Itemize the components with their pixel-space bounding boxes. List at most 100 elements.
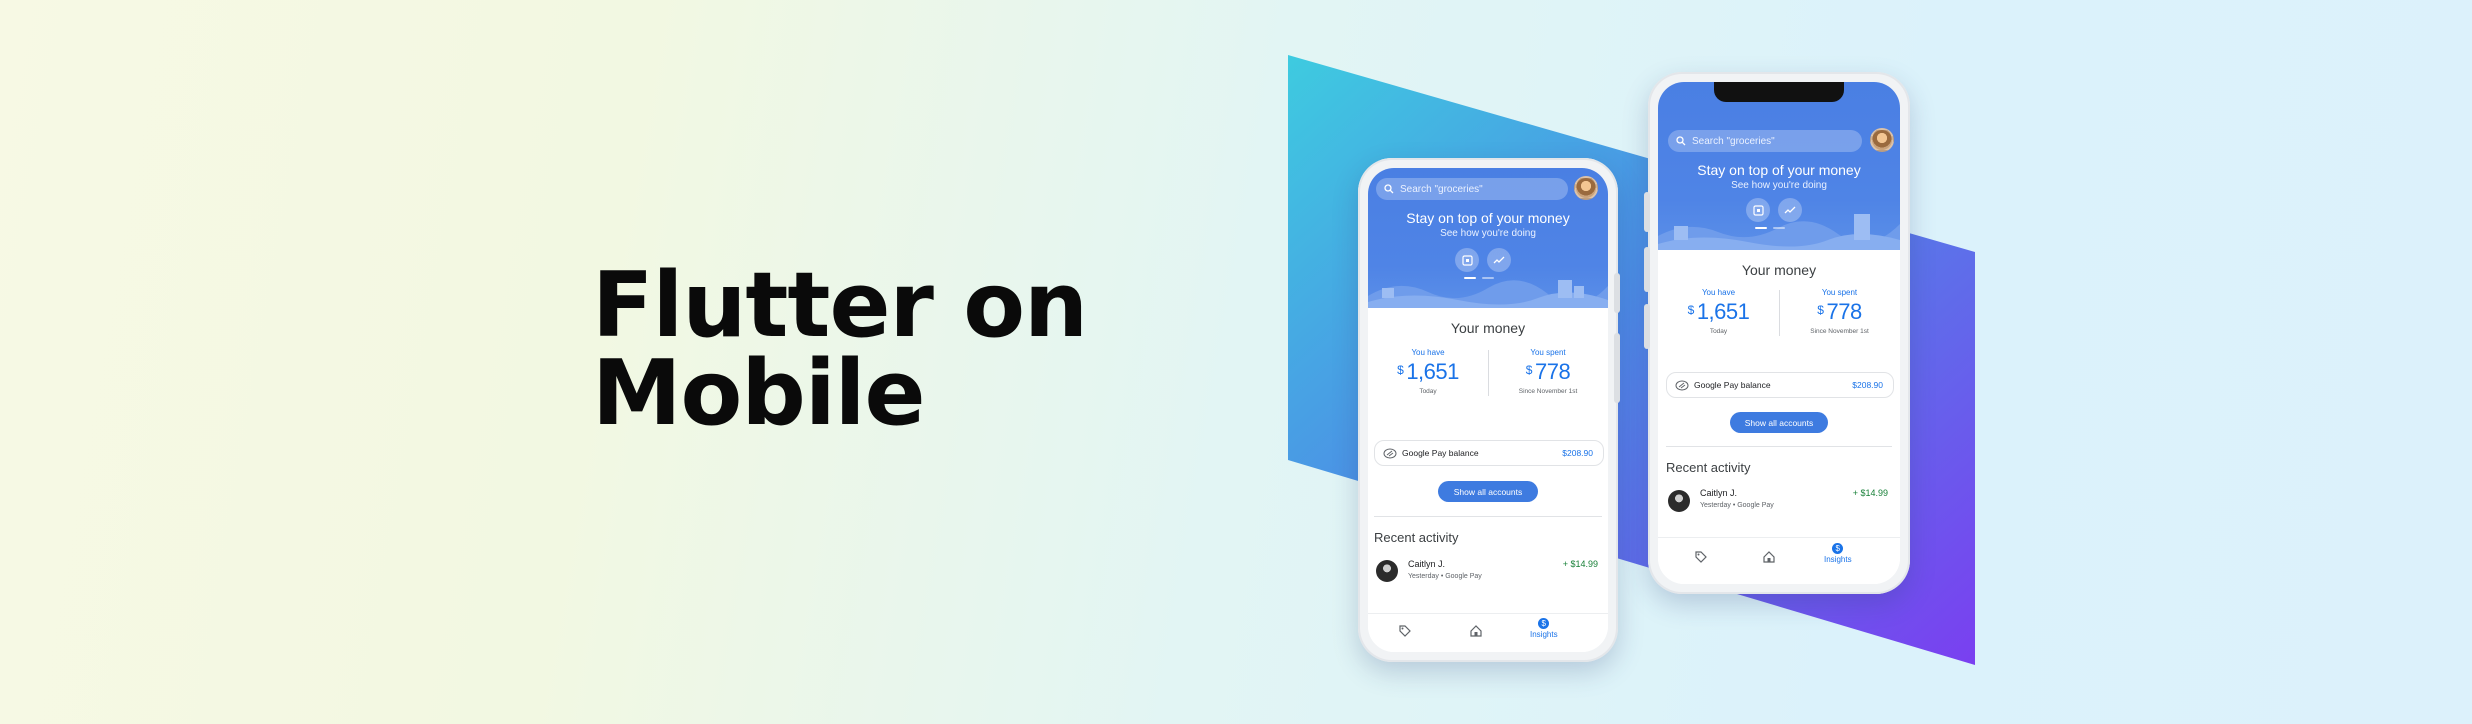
wallet-icon <box>1461 254 1473 266</box>
avatar[interactable] <box>1870 128 1894 152</box>
balance-value: $208.90 <box>1852 380 1883 390</box>
trends-button[interactable] <box>1778 198 1802 222</box>
trending-up-icon <box>1784 206 1796 214</box>
you-have-label: You have <box>1701 288 1736 297</box>
you-spent-value: 778 <box>1826 299 1862 324</box>
money-title: Your money <box>1741 262 1817 278</box>
nav-offers[interactable] <box>1398 624 1412 638</box>
search-input[interactable]: Search "groceries" <box>1668 130 1862 152</box>
section-divider <box>1666 446 1892 447</box>
google-pay-icon <box>1675 380 1689 390</box>
nav-insights[interactable]: $ Insights <box>1824 543 1852 564</box>
recent-activity-title: Recent activity <box>1374 530 1459 545</box>
home-icon <box>1763 551 1775 563</box>
you-spent-value: 778 <box>1534 359 1571 384</box>
trends-button[interactable] <box>1487 248 1511 272</box>
activity-name[interactable]: Caitlyn J. <box>1700 488 1737 498</box>
bottom-nav: $ Insights <box>1658 537 1900 584</box>
search-placeholder: Search "groceries" <box>1692 135 1775 147</box>
nav-offers[interactable] <box>1694 550 1708 564</box>
balance-label: Google Pay balance <box>1694 380 1771 390</box>
you-have-value: 1,651 <box>1696 299 1750 324</box>
mute-switch <box>1644 192 1650 232</box>
you-have-card: You have $1,651 Today <box>1658 288 1779 335</box>
trending-up-icon <box>1493 256 1505 264</box>
google-pay-balance-row[interactable]: Google Pay balance $208.90 <box>1374 440 1604 466</box>
currency-symbol: $ <box>1817 303 1824 317</box>
you-spent-amount: $778 <box>1488 359 1608 385</box>
volume-button <box>1614 333 1620 403</box>
hero-title: Stay on top of your money <box>1697 162 1861 178</box>
you-have-amount: $1,651 <box>1368 359 1488 385</box>
you-spent-sub: Since November 1st <box>1518 388 1578 395</box>
activity-meta: Yesterday • Google Pay <box>1408 573 1482 580</box>
you-spent-label: You spent <box>1530 348 1566 357</box>
you-have-label: You have <box>1411 348 1445 357</box>
balance-label: Google Pay balance <box>1402 448 1479 458</box>
you-have-card: You have $1,651 Today <box>1368 348 1488 395</box>
page-indicator <box>1464 277 1494 279</box>
accounts-button[interactable] <box>1455 248 1479 272</box>
currency-symbol: $ <box>1687 303 1695 317</box>
backdrop-panels <box>1288 55 1975 665</box>
you-spent-card: You spent $778 Since November 1st <box>1779 288 1900 335</box>
activity-avatar <box>1668 490 1690 512</box>
phone-left-screen: Search "groceries" Stay on top of your m… <box>1368 168 1608 652</box>
phone-left: Search "groceries" Stay on top of your m… <box>1358 158 1620 662</box>
show-all-accounts-button[interactable]: Show all accounts <box>1730 412 1828 433</box>
hero-banner: Search "groceries" Stay on top of your m… <box>1368 168 1608 308</box>
hero-scenery <box>1658 214 1900 250</box>
google-pay-balance-row[interactable]: Google Pay balance $208.90 <box>1666 372 1894 398</box>
you-spent-label: You spent <box>1821 288 1858 297</box>
power-button <box>1614 273 1620 313</box>
nav-home[interactable] <box>1762 550 1776 564</box>
phone-right-screen: Search "groceries" Stay on top of your m… <box>1658 82 1900 584</box>
search-icon <box>1676 136 1686 146</box>
accounts-button[interactable] <box>1746 198 1770 222</box>
nav-insights-label: Insights <box>1824 555 1852 564</box>
insights-badge-icon: $ <box>1538 618 1550 629</box>
recent-activity-title: Recent activity <box>1666 460 1751 475</box>
you-have-sub: Today <box>1419 388 1437 395</box>
activity-avatar <box>1376 560 1398 582</box>
hero-banner: Search "groceries" Stay on top of your m… <box>1658 82 1900 250</box>
headline-line-2: Mobile <box>592 341 926 446</box>
headline-line-1: Flutter on <box>592 253 1088 358</box>
activity-amount: + $14.99 <box>1562 559 1598 569</box>
show-all-accounts-button[interactable]: Show all accounts <box>1438 481 1538 502</box>
you-have-sub: Today <box>1709 328 1728 335</box>
phone-notch <box>1714 82 1844 102</box>
currency-symbol: $ <box>1397 363 1404 377</box>
search-input[interactable]: Search "groceries" <box>1376 178 1568 200</box>
balance-value: $208.90 <box>1562 448 1593 458</box>
activity-amount: + $14.99 <box>1852 488 1888 498</box>
nav-insights[interactable]: $ Insights <box>1530 618 1558 639</box>
nav-home[interactable] <box>1469 624 1483 638</box>
google-pay-icon <box>1383 448 1397 458</box>
hero-subtitle: See how you're doing <box>1731 180 1827 191</box>
tag-icon <box>1399 625 1411 637</box>
avatar[interactable] <box>1574 176 1598 200</box>
search-placeholder: Search "groceries" <box>1400 183 1483 195</box>
page-indicator <box>1755 227 1785 229</box>
home-icon <box>1470 625 1482 637</box>
activity-name[interactable]: Caitlyn J. <box>1408 559 1445 569</box>
section-divider <box>1374 516 1602 517</box>
volume-down-button <box>1644 304 1650 349</box>
search-icon <box>1384 184 1394 194</box>
you-spent-sub: Since November 1st <box>1810 328 1869 335</box>
hero-subtitle: See how you're doing <box>1440 228 1536 239</box>
bottom-nav: $ Insights <box>1368 613 1608 652</box>
you-have-amount: $1,651 <box>1658 299 1779 325</box>
tag-icon <box>1695 551 1707 563</box>
activity-meta: Yesterday • Google Pay <box>1700 502 1774 509</box>
you-spent-amount: $778 <box>1779 299 1900 325</box>
hero-title: Stay on top of your money <box>1406 210 1570 226</box>
you-have-value: 1,651 <box>1406 359 1459 384</box>
money-title: Your money <box>1450 320 1526 336</box>
nav-insights-label: Insights <box>1530 630 1558 639</box>
page-headline: Flutter on Mobile <box>592 253 1088 446</box>
currency-symbol: $ <box>1525 363 1533 377</box>
you-spent-card: You spent $778 Since November 1st <box>1488 348 1608 395</box>
volume-up-button <box>1644 247 1650 292</box>
